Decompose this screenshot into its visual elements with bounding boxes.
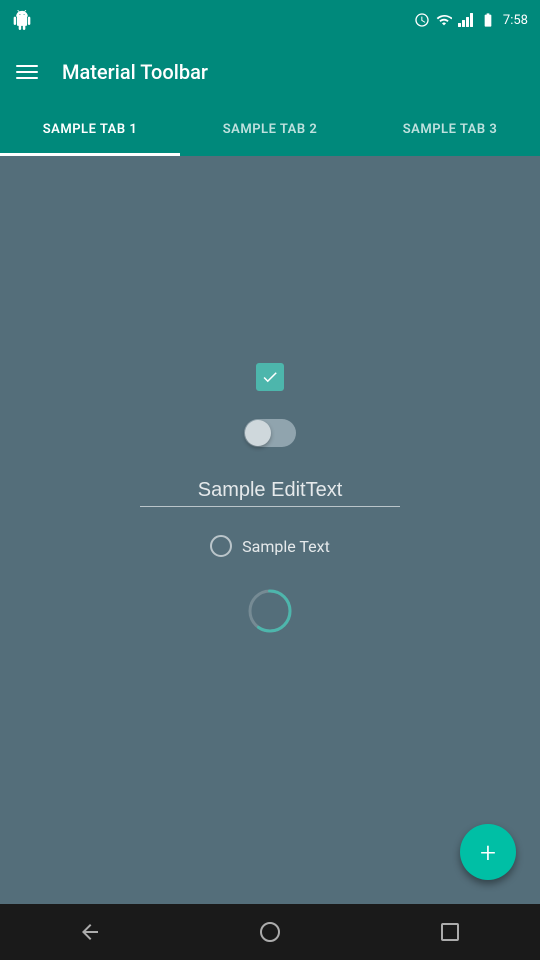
home-icon <box>258 920 282 944</box>
nav-recent-button[interactable] <box>438 920 462 944</box>
signal-icon <box>458 13 473 27</box>
checkbox[interactable] <box>256 363 284 391</box>
progress-circle-svg <box>244 585 296 637</box>
status-bar: 7:58 <box>0 0 540 40</box>
recent-icon <box>438 920 462 944</box>
tab-sample-tab-1[interactable]: SAMPLE TAB 1 <box>0 104 180 156</box>
toolbar: Material Toolbar <box>0 40 540 104</box>
radio-label: Sample Text <box>242 537 330 556</box>
status-bar-right: 7:58 <box>414 12 528 28</box>
checkbox-wrapper <box>256 363 284 391</box>
status-bar-left <box>12 10 32 30</box>
progress-indicator <box>244 585 296 637</box>
edit-text-input[interactable] <box>140 475 400 507</box>
battery-icon <box>479 12 497 28</box>
main-content: Sample Text + <box>0 156 540 904</box>
checkmark-icon <box>261 368 279 386</box>
tabs-bar: SAMPLE TAB 1 SAMPLE TAB 2 SAMPLE TAB 3 <box>0 104 540 156</box>
android-icon <box>12 10 32 30</box>
tab-sample-tab-3[interactable]: SAMPLE TAB 3 <box>360 104 540 156</box>
radio-button[interactable] <box>210 535 232 557</box>
controls-container: Sample Text <box>140 363 400 637</box>
radio-button-wrapper[interactable]: Sample Text <box>210 535 330 557</box>
tab-sample-tab-2[interactable]: SAMPLE TAB 2 <box>180 104 360 156</box>
nav-bar <box>0 904 540 960</box>
menu-button[interactable] <box>16 65 38 79</box>
wifi-icon <box>436 12 452 28</box>
nav-home-button[interactable] <box>258 920 282 944</box>
toggle-thumb <box>245 420 271 446</box>
nav-back-button[interactable] <box>78 920 102 944</box>
back-icon <box>78 920 102 944</box>
edit-text-wrapper <box>140 475 400 507</box>
toolbar-title: Material Toolbar <box>62 60 208 84</box>
time-display: 7:58 <box>503 13 528 28</box>
toggle-switch[interactable] <box>244 419 296 447</box>
clock-icon <box>414 12 430 28</box>
fab-button[interactable]: + <box>460 824 516 880</box>
toggle-wrapper <box>244 419 296 447</box>
